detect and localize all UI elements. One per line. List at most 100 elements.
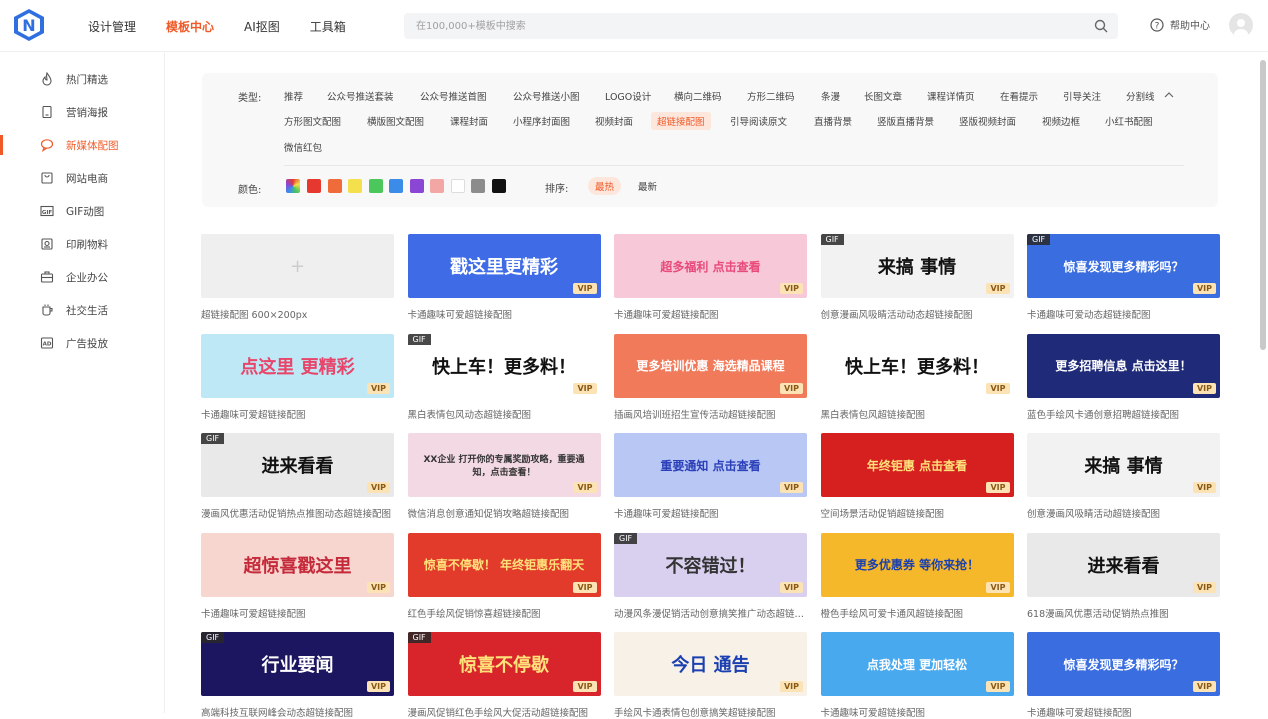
color-swatch[interactable] xyxy=(450,179,465,193)
sidebar-item-6[interactable]: 企业办公 xyxy=(0,263,165,291)
card-caption[interactable]: 蓝色手绘风卡通创意招聘超链接配图 xyxy=(1027,407,1220,421)
nav-ai-cutout[interactable]: AI抠图 xyxy=(244,18,280,35)
card-caption[interactable]: 橙色手绘风可爱卡通风超链接配图 xyxy=(821,606,1014,620)
nav-template-center[interactable]: 模板中心 xyxy=(166,18,214,35)
card-caption[interactable]: 卡通趣味可爱超链接配图 xyxy=(614,506,807,520)
template-card[interactable]: 点这里 更精彩 VIP xyxy=(201,333,394,398)
card-caption[interactable]: 动漫风条漫促销活动创意搞笑推广动态超链接配图 xyxy=(614,606,807,620)
sidebar-item-5[interactable]: 印刷物料 xyxy=(0,230,165,258)
type-tag[interactable]: 在看提示 xyxy=(1000,89,1038,103)
card-caption[interactable]: 卡通趣味可爱超链接配图 xyxy=(614,307,807,321)
card-caption[interactable]: 漫画风促销红色手绘风大促活动超链接配图 xyxy=(408,705,601,719)
color-swatch[interactable] xyxy=(368,179,383,193)
card-caption[interactable]: 卡通趣味可爱超链接配图 xyxy=(821,705,1014,719)
template-card[interactable]: 更多优惠券 等你来抢！ VIP xyxy=(820,532,1014,597)
color-swatch[interactable] xyxy=(389,179,403,193)
sidebar-item-0[interactable]: 热门精选 xyxy=(0,65,165,93)
sort-option[interactable]: 最热 xyxy=(588,177,622,195)
type-tag[interactable]: 直播背景 xyxy=(814,114,852,128)
type-tag[interactable]: 公众号推送小图 xyxy=(513,89,580,103)
sidebar-item-1[interactable]: 营销海报 xyxy=(0,98,165,126)
color-swatch[interactable] xyxy=(348,179,362,193)
template-card[interactable]: 超惊喜戳这里 VIP xyxy=(201,532,394,597)
type-tag[interactable]: 小程序封面图 xyxy=(513,114,570,128)
color-swatch[interactable] xyxy=(307,179,321,193)
template-card[interactable]: 惊喜不停歇！ 年终钜惠乐翻天 VIP xyxy=(407,532,601,597)
sort-option[interactable]: 最新 xyxy=(638,179,657,193)
type-tag[interactable]: 公众号推送套装 xyxy=(327,89,394,103)
help-center-link[interactable]: ? 帮助中心 xyxy=(1150,17,1210,32)
type-tag[interactable]: 条漫 xyxy=(821,89,840,103)
type-tag[interactable]: 课程详情页 xyxy=(927,89,975,103)
card-caption[interactable]: 卡通趣味可爱超链接配图 xyxy=(1027,705,1220,719)
type-tag[interactable]: 课程封面 xyxy=(450,114,488,128)
user-avatar[interactable] xyxy=(1229,13,1253,37)
card-caption[interactable]: 手绘风卡通表情包创意搞笑超链接配图 xyxy=(614,705,807,719)
card-caption[interactable]: 漫画风优惠活动促销热点推图动态超链接配图 xyxy=(201,506,394,520)
type-tag[interactable]: LOGO设计 xyxy=(605,89,651,103)
template-card[interactable]: 今日 通告 VIP xyxy=(614,632,807,696)
card-caption[interactable]: 卡通趣味可爱动态超链接配图 xyxy=(1027,307,1220,321)
type-tag[interactable]: 长图文章 xyxy=(864,89,902,103)
card-caption[interactable]: 618漫画风优惠活动促销热点推图 xyxy=(1027,606,1220,620)
card-caption[interactable]: 超链接配图 600×200px xyxy=(201,307,394,321)
card-caption[interactable]: 红色手绘风促销惊喜超链接配图 xyxy=(408,606,601,620)
type-tag[interactable]: 视频封面 xyxy=(595,114,633,128)
type-tag[interactable]: 横版图文配图 xyxy=(367,114,424,128)
type-tag[interactable]: 竖版视频封面 xyxy=(959,114,1016,128)
card-caption[interactable]: 黑白表情包风超链接配图 xyxy=(821,407,1014,421)
template-card[interactable]: 惊喜发现更多精彩吗？ GIF VIP xyxy=(1027,234,1220,298)
sidebar-item-8[interactable]: AD 广告投放 xyxy=(0,329,165,357)
template-card[interactable]: 进来看看 VIP xyxy=(1027,532,1220,597)
card-caption[interactable]: 创意漫画风吸睛活动动态超链接配图 xyxy=(821,307,1014,321)
card-caption[interactable]: 卡通趣味可爱超链接配图 xyxy=(408,307,601,321)
template-card[interactable]: 不容错过！ GIF VIP xyxy=(614,532,807,597)
type-tag[interactable]: 引导关注 xyxy=(1063,89,1101,103)
template-card[interactable]: 行业要闻 GIF VIP xyxy=(201,632,394,696)
sidebar-item-4[interactable]: GIF GIF动图 xyxy=(0,197,165,225)
type-tag[interactable]: 分割线 xyxy=(1126,89,1155,103)
card-caption[interactable]: 微信消息创意通知促销攻略超链接配图 xyxy=(408,506,601,520)
type-tag[interactable]: 超链接配图 xyxy=(651,112,711,130)
type-tag[interactable]: 竖版直播背景 xyxy=(877,114,934,128)
template-card[interactable]: 惊喜不停歇 GIF VIP xyxy=(407,632,601,696)
template-card[interactable]: 点我处理 更加轻松 VIP xyxy=(820,632,1014,696)
type-tag[interactable]: 小红书配图 xyxy=(1105,114,1153,128)
template-card[interactable]: 更多招聘信息 点击这里！ VIP xyxy=(1027,333,1220,398)
color-swatch[interactable] xyxy=(409,179,424,193)
template-card[interactable]: 戳这里更精彩 VIP xyxy=(407,234,601,298)
template-card[interactable]: XX企业 打开你的专属奖励攻略，重要通知，点击查看！ VIP xyxy=(407,433,601,497)
sidebar-item-2[interactable]: 新媒体配图 xyxy=(0,131,165,159)
card-caption[interactable]: 卡通趣味可爱超链接配图 xyxy=(201,606,394,620)
type-tag[interactable]: 方形二维码 xyxy=(747,89,795,103)
color-swatch[interactable] xyxy=(471,179,485,193)
template-card[interactable]: 来搞 事情 VIP xyxy=(1027,433,1220,497)
search-input[interactable] xyxy=(404,13,1064,39)
type-tag[interactable]: 引导阅读原文 xyxy=(730,114,787,128)
color-swatch-all[interactable] xyxy=(286,179,300,193)
page-scrollbar[interactable] xyxy=(1260,60,1266,350)
sidebar-item-7[interactable]: 社交生活 xyxy=(0,296,165,324)
type-tag[interactable]: 微信红包 xyxy=(284,140,322,154)
template-card[interactable]: 超多福利 点击查看 VIP xyxy=(614,234,807,298)
card-caption[interactable]: 创意漫画风吸睛活动超链接配图 xyxy=(1027,506,1220,520)
template-card[interactable]: 来搞 事情 GIF VIP xyxy=(820,234,1014,298)
nav-design-manage[interactable]: 设计管理 xyxy=(88,18,136,35)
card-caption[interactable]: 黑白表情包风动态超链接配图 xyxy=(408,407,601,421)
type-tag[interactable]: 横向二维码 xyxy=(674,89,722,103)
search-icon[interactable] xyxy=(1094,19,1108,33)
chevron-up-icon[interactable] xyxy=(1164,91,1174,99)
template-card[interactable]: 年终钜惠 点击查看 VIP xyxy=(820,433,1014,497)
template-card[interactable]: + xyxy=(201,234,394,298)
template-card[interactable]: 重要通知 点击查看 VIP xyxy=(614,433,807,497)
type-tag[interactable]: 视频边框 xyxy=(1042,114,1080,128)
type-tag[interactable]: 推荐 xyxy=(284,89,303,103)
nav-toolbox[interactable]: 工具箱 xyxy=(310,18,346,35)
template-card[interactable]: 进来看看 GIF VIP xyxy=(201,433,394,497)
template-card[interactable]: 快上车！更多料！ VIP xyxy=(820,333,1014,398)
template-card[interactable]: 惊喜发现更多精彩吗？ VIP xyxy=(1027,632,1220,696)
card-caption[interactable]: 高端科技互联网峰会动态超链接配图 xyxy=(201,705,394,719)
type-tag[interactable]: 公众号推送首图 xyxy=(420,89,487,103)
sidebar-item-3[interactable]: 网站电商 xyxy=(0,164,165,192)
type-tag[interactable]: 方形图文配图 xyxy=(284,114,341,128)
